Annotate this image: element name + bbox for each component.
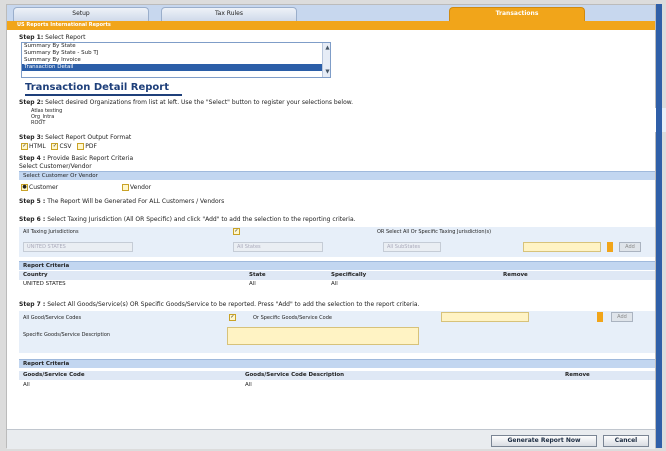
tj-search-field[interactable] [523, 242, 601, 252]
list-item[interactable]: Summary By State - Sub TJ [22, 50, 330, 57]
customer-radio[interactable]: ● [21, 184, 28, 191]
tab-tax-rules[interactable]: Tax Rules [161, 7, 297, 21]
html-checkbox[interactable]: ✓ [21, 143, 28, 150]
customer-label: Customer [29, 184, 59, 191]
breadcrumb-text[interactable]: US Reports International Reports [17, 22, 111, 28]
list-item[interactable]: Summary By Invoice [22, 57, 330, 64]
criteria2-title: Report Criteria [19, 359, 655, 368]
substate-select[interactable]: All SubStates [383, 242, 441, 252]
step2-heading: Step 2: Select desired Organizations fro… [19, 99, 354, 106]
report-list-scrollbar[interactable]: ▲ ▼ [322, 43, 330, 77]
all-tj-label: All Taxing Jurisdictions [23, 229, 79, 235]
list-item[interactable]: Summary By State [22, 43, 330, 50]
list-item-selected[interactable]: Transaction Detail [22, 64, 330, 71]
col-remove: Remove [565, 372, 590, 378]
or-specific-tj-label: OR Select All Or Specific Taxing Jurisdi… [377, 229, 492, 235]
cancel-button[interactable]: Cancel [603, 435, 649, 447]
tab-bar: Setup Tax Rules Transactions [7, 5, 655, 21]
csv-checkbox[interactable]: ✓ [51, 143, 59, 150]
step1-heading: Step 1: Select Report [19, 34, 86, 41]
criteria1-title: Report Criteria [19, 261, 655, 270]
vendor-label: Vendor [130, 184, 152, 191]
report-window: Setup Tax Rules Transactions US Reports … [6, 4, 666, 449]
select-customer-vendor-label: Select Customer/Vendor [19, 163, 92, 170]
add-jurisdiction-button[interactable]: Add [619, 242, 641, 252]
all-goods-checkbox[interactable]: ✓ [229, 314, 236, 321]
window-scrollbar[interactable] [656, 4, 662, 448]
col-goods-code: Goods/Service Code [23, 372, 85, 378]
state-select[interactable]: All States [233, 242, 323, 252]
pdf-checkbox[interactable] [77, 143, 85, 150]
format-html-label: HTML [29, 143, 46, 150]
step6-heading: Step 6 : Select Taxing Jurisdiction (All… [19, 216, 356, 223]
tab-setup[interactable]: Setup [13, 7, 149, 21]
col-goods-description: Goods/Service Code Description [245, 372, 345, 378]
criteria2-header: Goods/Service Code Goods/Service Code De… [19, 371, 655, 380]
country-select[interactable]: UNITED STATES [23, 242, 133, 252]
all-goods-label: All Good/Service Codes [23, 315, 82, 321]
table-row: All All [23, 382, 252, 388]
all-tj-checkbox[interactable]: ✓ [233, 228, 240, 235]
list-item[interactable]: ROOT [21, 120, 661, 126]
lookup-icon[interactable] [607, 242, 613, 252]
breadcrumb[interactable]: US Reports International Reports [7, 21, 655, 30]
customer-vendor-options: ● Customer Vendor [21, 183, 151, 193]
generate-report-button[interactable]: Generate Report Now [491, 435, 597, 447]
col-specifically: Specifically [331, 272, 367, 278]
col-state: State [249, 272, 266, 278]
vendor-radio[interactable] [122, 184, 129, 191]
goods-code-field[interactable] [441, 312, 529, 322]
lookup-icon[interactable] [597, 312, 603, 322]
step7-heading: Step 7 : Select All Goods/Service(s) OR … [19, 301, 420, 308]
or-specific-goods-label: Or Specific Goods/Service Code [253, 315, 332, 321]
table-row: UNITED STATES All All [23, 281, 338, 287]
col-remove: Remove [503, 272, 528, 278]
col-country: Country [23, 272, 48, 278]
action-bar: Generate Report Now Cancel [7, 429, 655, 449]
goods-description-field[interactable] [227, 327, 419, 345]
format-pdf-label: PDF [85, 143, 97, 150]
report-list[interactable]: Summary By State Summary By State - Sub … [21, 42, 331, 78]
select-cv-bar: Select Customer Or Vendor [19, 171, 655, 180]
scroll-up-icon: ▲ [325, 45, 330, 51]
add-goods-button[interactable]: Add [611, 312, 633, 322]
organization-list[interactable]: Atlas testing Org_Intra ROOT ▲▼ [21, 108, 666, 132]
format-csv-label: CSV [59, 143, 72, 150]
step3-heading: Step 3: Select Report Output Format [19, 134, 132, 141]
format-options: ✓ HTML ✓ CSV PDF [21, 142, 97, 152]
tab-transactions[interactable]: Transactions [449, 7, 585, 21]
step5-heading: Step 5 : The Report Will be Generated Fo… [19, 198, 225, 205]
scroll-down-icon: ▼ [325, 69, 330, 75]
page-title: Transaction Detail Report [25, 81, 182, 96]
criteria1-header: Country State Specifically Remove [19, 271, 655, 280]
goods-desc-label: Specific Goods/Service Description [23, 332, 111, 338]
